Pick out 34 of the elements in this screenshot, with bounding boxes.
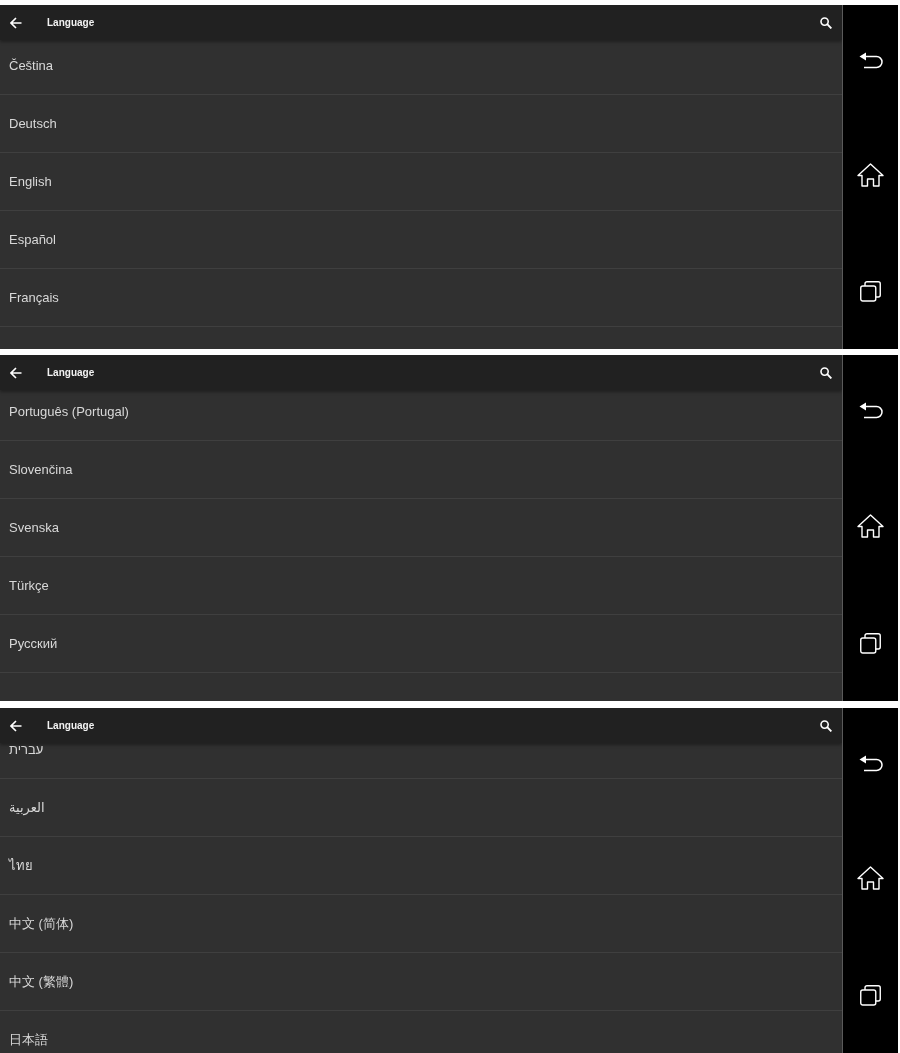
recent-apps-button[interactable]	[860, 632, 881, 654]
search-button[interactable]	[820, 366, 832, 379]
home-icon	[857, 163, 884, 187]
back-button[interactable]	[10, 16, 22, 29]
search-icon	[820, 719, 832, 732]
arrow-left-icon	[10, 16, 22, 29]
arrow-left-icon	[10, 366, 22, 379]
overlapping-squares-icon	[860, 984, 881, 1006]
search-button[interactable]	[820, 16, 832, 29]
screen-title: Language	[47, 720, 96, 731]
back-button[interactable]	[10, 366, 22, 379]
back-button[interactable]	[858, 755, 883, 773]
back-button[interactable]	[10, 719, 22, 732]
search-icon	[820, 16, 832, 29]
home-button[interactable]	[857, 163, 884, 187]
overlapping-squares-icon	[860, 632, 881, 654]
back-button[interactable]	[858, 52, 883, 69]
arrow-left-icon	[10, 719, 22, 732]
recent-apps-button[interactable]	[860, 984, 881, 1006]
search-icon	[820, 366, 832, 379]
back-button[interactable]	[858, 402, 883, 420]
home-icon	[857, 514, 884, 538]
return-arrow-icon	[858, 52, 883, 69]
recent-apps-button[interactable]	[860, 281, 881, 302]
return-arrow-icon	[858, 755, 883, 773]
language-item[interactable]: עברית	[0, 743, 842, 779]
home-button[interactable]	[857, 514, 884, 538]
home-icon	[857, 866, 884, 891]
home-button[interactable]	[857, 866, 884, 891]
screen-title: Language	[47, 17, 96, 28]
return-arrow-icon	[858, 402, 883, 420]
overlapping-squares-icon	[860, 281, 881, 302]
screen-title: Language	[47, 367, 96, 378]
search-button[interactable]	[820, 719, 832, 732]
